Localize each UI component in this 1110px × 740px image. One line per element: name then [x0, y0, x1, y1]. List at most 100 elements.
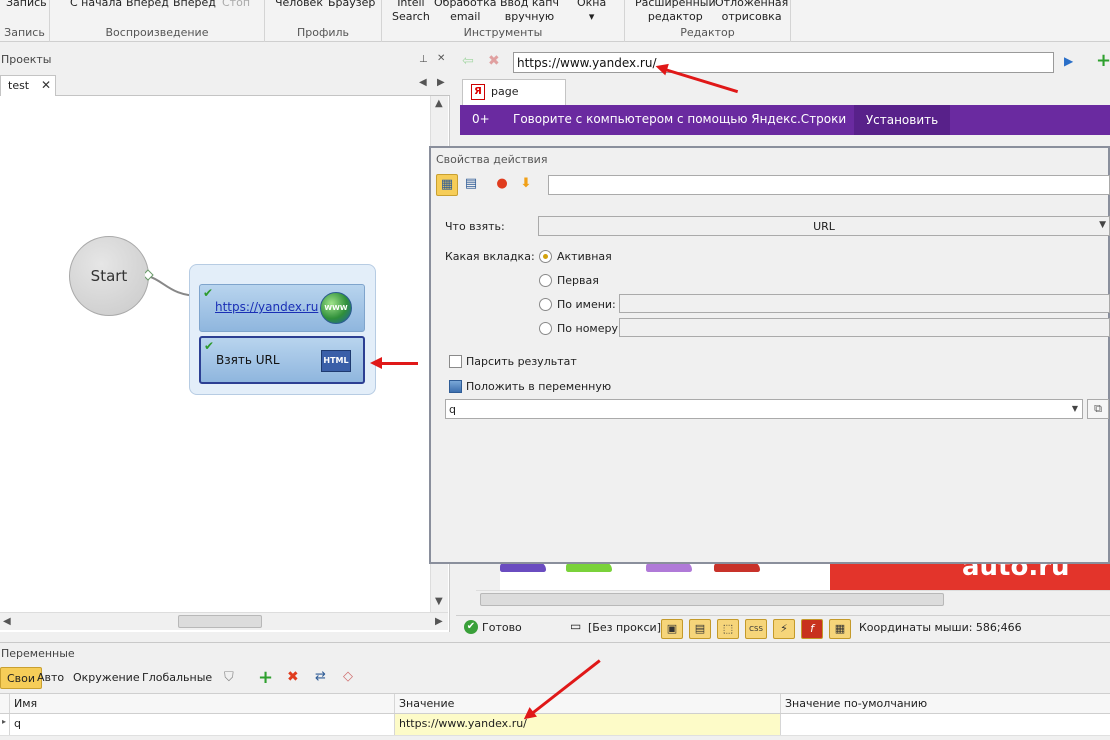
- what-label: Что взять:: [445, 220, 505, 233]
- store-variable-checkbox[interactable]: [449, 380, 462, 393]
- variable-select[interactable]: q ▼: [445, 399, 1083, 419]
- start-node[interactable]: Start: [69, 236, 149, 316]
- install-button[interactable]: Установить: [854, 105, 950, 135]
- email-processing-button[interactable]: Обработка email: [434, 0, 496, 24]
- record-button[interactable]: Запись: [6, 0, 47, 10]
- age-label: 0+: [472, 112, 490, 126]
- breakpoint-icon[interactable]: ●: [491, 174, 513, 196]
- ribbon-group-playback: С начала Вперед Вперед Стоп Воспроизведе…: [50, 0, 265, 42]
- variables-panel: Переменные Свои Авто Окружение Глобальны…: [0, 642, 1110, 740]
- variable-value-cell[interactable]: https://www.yandex.ru/: [395, 714, 781, 735]
- action-get-url[interactable]: ✔ Взять URL HTML: [199, 336, 365, 384]
- browser-tab-page[interactable]: Я page: [462, 79, 566, 105]
- scroll-right-icon[interactable]: ▶: [437, 77, 445, 88]
- column-value[interactable]: Значение: [395, 694, 781, 713]
- column-name[interactable]: Имя: [10, 694, 395, 713]
- chevron-down-icon[interactable]: ▼: [1072, 404, 1078, 413]
- ribbon-group-title: Редактор: [680, 26, 735, 39]
- screenshot-icon[interactable]: ▣: [661, 619, 683, 639]
- ready-check-icon: ✔: [464, 620, 478, 634]
- tab-environment[interactable]: Окружение: [67, 667, 146, 689]
- stop-load-icon[interactable]: ✖: [488, 53, 500, 69]
- go-icon[interactable]: ▶: [1064, 54, 1073, 68]
- advanced-editor-button[interactable]: Расширенный редактор: [635, 0, 716, 24]
- manual-captcha-button[interactable]: Ввод капч вручную: [500, 0, 559, 24]
- edit-settings-icon[interactable]: ▤: [460, 174, 482, 196]
- canvas-horizontal-scrollbar[interactable]: ◀ ▶: [0, 612, 448, 630]
- run-forward-button[interactable]: Вперед: [173, 0, 216, 10]
- down-arrow-icon[interactable]: ⬇: [515, 174, 537, 196]
- tab-name-field[interactable]: [619, 294, 1110, 313]
- scroll-right-icon[interactable]: ▶: [435, 616, 443, 627]
- chevron-down-icon[interactable]: ▼: [1099, 220, 1106, 230]
- comment-field[interactable]: [548, 175, 1110, 195]
- row-indicator-header: [0, 694, 10, 713]
- scrollbar-thumb[interactable]: [480, 593, 944, 606]
- html-icon: HTML: [321, 350, 351, 372]
- window-icon[interactable]: ▤: [689, 619, 711, 639]
- status-bar: ✔ Готово ▭ [Без прокси] ▣ ▤ ⬚ CSS ⚡ f ▦ …: [456, 615, 1110, 640]
- frame-icon[interactable]: ⬚: [717, 619, 739, 639]
- action-label: Взять URL: [216, 353, 280, 367]
- ribbon-group-tools: Intell Search Обработка email Ввод капч …: [382, 0, 625, 42]
- tab-test[interactable]: test ✕: [0, 75, 56, 96]
- tab-auto[interactable]: Авто: [31, 667, 70, 689]
- properties-view-icon[interactable]: ▦: [436, 174, 458, 196]
- www-globe-icon: WWW: [320, 292, 352, 324]
- column-default[interactable]: Значение по-умолчанию: [781, 694, 1110, 713]
- promo-text: Говорите с компьютером с помощью Яндекс.…: [513, 112, 847, 126]
- scroll-left-icon[interactable]: ◀: [3, 616, 11, 627]
- pin-icon[interactable]: ⊥: [419, 54, 428, 65]
- filter-icon[interactable]: ⛉: [224, 670, 234, 685]
- scroll-up-icon[interactable]: ▲: [435, 98, 443, 109]
- project-canvas[interactable]: Start ✔ https://yandex.ru WWW ✔ Взять UR…: [0, 96, 430, 612]
- copy-icon[interactable]: ⧉: [1087, 399, 1109, 419]
- back-arrow-icon[interactable]: ⇦: [462, 53, 474, 69]
- delete-icon[interactable]: ✖: [287, 669, 299, 685]
- radio-by-number[interactable]: [539, 322, 552, 335]
- table-row[interactable]: ▸ q https://www.yandex.ru/: [0, 714, 1110, 736]
- radio-active[interactable]: [539, 250, 552, 263]
- parse-result-checkbox[interactable]: [449, 355, 462, 368]
- parse-result-label: Парсить результат: [466, 355, 577, 368]
- radio-active-label: Активная: [557, 250, 612, 263]
- flash-icon[interactable]: f: [801, 619, 823, 639]
- lightning-icon[interactable]: ⚡: [773, 619, 795, 639]
- variables-header: Переменные: [1, 647, 75, 660]
- stop-button[interactable]: Стоп: [222, 0, 250, 10]
- what-select[interactable]: URL ▼: [538, 216, 1110, 236]
- action-open-url[interactable]: ✔ https://yandex.ru WWW: [199, 284, 365, 332]
- yandex-icon: Я: [471, 84, 485, 100]
- step-forward-button[interactable]: Вперед: [126, 0, 169, 10]
- check-icon: ✔: [204, 339, 215, 353]
- address-bar[interactable]: https://www.yandex.ru/: [513, 52, 1054, 73]
- monitor-icon[interactable]: ▦: [829, 619, 851, 639]
- browser-horizontal-scrollbar[interactable]: [476, 590, 1110, 608]
- radio-first[interactable]: [539, 274, 552, 287]
- status-proxy[interactable]: [Без прокси]: [588, 621, 661, 634]
- move-icon[interactable]: ⇄: [315, 669, 326, 684]
- close-tab-icon[interactable]: ✕: [41, 78, 51, 92]
- scroll-left-icon[interactable]: ◀: [419, 77, 427, 88]
- tab-global[interactable]: Глобальные: [136, 667, 218, 689]
- windows-menu-button[interactable]: Окна ▾: [577, 0, 606, 24]
- row-indicator-icon: ▸: [0, 714, 10, 735]
- add-icon[interactable]: +: [258, 667, 273, 688]
- radio-by-name[interactable]: [539, 298, 552, 311]
- properties-title: Свойства действия: [436, 153, 548, 166]
- variable-name-cell[interactable]: q: [10, 714, 395, 735]
- close-icon[interactable]: ✕: [437, 53, 445, 64]
- projects-header: Проекты: [0, 50, 450, 72]
- tab-number-field[interactable]: [619, 318, 1110, 337]
- scroll-down-icon[interactable]: ▼: [435, 596, 443, 607]
- human-profile-button[interactable]: Человек: [275, 0, 323, 10]
- eraser-icon[interactable]: ◇: [343, 669, 353, 684]
- variable-default-cell[interactable]: [781, 714, 1110, 735]
- play-from-start-button[interactable]: С начала: [70, 0, 122, 10]
- browser-profile-button[interactable]: Браузер: [328, 0, 375, 10]
- deferred-render-button[interactable]: Отложенная отрисовка: [715, 0, 788, 24]
- intell-search-button[interactable]: Intell Search: [392, 0, 430, 24]
- css-icon[interactable]: CSS: [745, 619, 767, 639]
- scrollbar-thumb[interactable]: [178, 615, 262, 628]
- new-tab-icon[interactable]: +: [1096, 50, 1110, 71]
